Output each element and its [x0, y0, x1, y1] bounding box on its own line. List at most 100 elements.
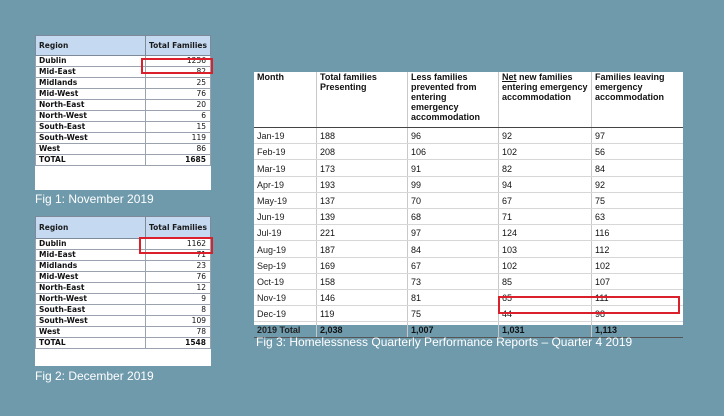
cell-leaving: 112 — [591, 240, 683, 258]
fig3-header-month: Month — [254, 72, 317, 128]
fig2-dublin-highlight — [139, 237, 213, 254]
table-row: South-West 119 — [35, 132, 211, 144]
cell-net-new: 85 — [498, 273, 592, 290]
region-total: 78 — [145, 326, 211, 338]
region-total: 8 — [145, 304, 211, 316]
region-total: 9 — [145, 293, 211, 305]
cell-presenting: 169 — [316, 257, 408, 274]
region-total: 109 — [145, 315, 211, 327]
fig2-table: Region Total Families Dublin 1162 Mid-East… — [35, 216, 211, 349]
cell-leaving: 107 — [591, 273, 683, 290]
region-total: 1548 — [145, 337, 211, 349]
table-row: Mid-West 76 — [35, 271, 211, 283]
region-name: Midlands — [35, 260, 146, 272]
region-name: West — [35, 326, 146, 338]
table-row: Midlands 23 — [35, 260, 211, 272]
region-name: North-East — [35, 99, 146, 111]
region-name: South-West — [35, 315, 146, 327]
region-total: 76 — [145, 88, 211, 100]
region-name: North-West — [35, 293, 146, 305]
table-row: South-East 8 — [35, 304, 211, 316]
cell-presenting: 187 — [316, 240, 408, 258]
fig1-table: Region Total Families Dublin 1256 Mid-East… — [35, 35, 211, 166]
fig2-header-total: Total Families — [145, 216, 211, 239]
cell-presenting: 208 — [316, 143, 408, 161]
table-row: Jan-19 188 96 92 97 — [254, 127, 683, 145]
cell-net-new: 82 — [498, 159, 592, 177]
fig2-caption: Fig 2: December 2019 — [35, 369, 154, 383]
cell-month: Jun-19 — [254, 208, 317, 226]
cell-presenting: 139 — [316, 208, 408, 226]
cell-leaving: 116 — [591, 224, 683, 242]
cell-prevented: 73 — [407, 273, 499, 290]
fig3-caption: Fig 3: Homelessness Quarterly Performanc… — [256, 335, 633, 349]
region-total: 12 — [145, 282, 211, 294]
fig3-header-prevented: Less families prevented from entering em… — [407, 72, 499, 128]
cell-presenting: 193 — [316, 176, 408, 193]
table-row: Feb-19 208 106 102 56 — [254, 143, 683, 161]
region-name: Mid-West — [35, 88, 146, 100]
fig3-header-leaving: Families leaving emergency accommodation — [591, 72, 683, 128]
cell-prevented: 67 — [407, 257, 499, 274]
cell-net-new: 102 — [498, 143, 592, 161]
cell-presenting: 221 — [316, 224, 408, 242]
cell-presenting: 173 — [316, 159, 408, 177]
table-row: North-West 9 — [35, 293, 211, 305]
region-name: North-West — [35, 110, 146, 122]
cell-leaving: 102 — [591, 257, 683, 274]
region-name: TOTAL — [35, 337, 146, 349]
cell-presenting: 119 — [316, 305, 408, 323]
fig3-dec-highlight — [498, 296, 680, 314]
region-name: Dublin — [35, 238, 146, 250]
header-underlined-word: Net — [502, 72, 517, 82]
table-row: Midlands 25 — [35, 77, 211, 89]
fig3-header-net-new: Net new families entering emergency acco… — [498, 72, 592, 128]
region-name: South-East — [35, 304, 146, 316]
region-name: Mid-East — [35, 66, 146, 78]
region-total: 119 — [145, 132, 211, 144]
table-row: TOTAL 1548 — [35, 337, 211, 349]
region-name: South-West — [35, 132, 146, 144]
cell-presenting: 146 — [316, 289, 408, 307]
cell-month: Jan-19 — [254, 127, 317, 145]
cell-month: Sep-19 — [254, 257, 317, 274]
cell-leaving: 63 — [591, 208, 683, 226]
cell-month: Apr-19 — [254, 176, 317, 193]
cell-leaving: 97 — [591, 127, 683, 145]
cell-prevented: 91 — [407, 159, 499, 177]
cell-prevented: 96 — [407, 127, 499, 145]
cell-prevented: 84 — [407, 240, 499, 258]
cell-leaving: 92 — [591, 176, 683, 193]
fig1-dublin-highlight — [141, 58, 213, 74]
cell-month: Oct-19 — [254, 273, 317, 290]
cell-leaving: 56 — [591, 143, 683, 161]
cell-presenting: 188 — [316, 127, 408, 145]
cell-prevented: 75 — [407, 305, 499, 323]
cell-prevented: 106 — [407, 143, 499, 161]
cell-prevented: 68 — [407, 208, 499, 226]
cell-prevented: 81 — [407, 289, 499, 307]
fig1-header-total: Total Families — [145, 35, 211, 56]
region-total: 25 — [145, 77, 211, 89]
region-total: 1685 — [145, 154, 211, 166]
table-row: May-19 137 70 67 75 — [254, 192, 683, 209]
table-row: West 78 — [35, 326, 211, 338]
region-total: 20 — [145, 99, 211, 111]
table-row: North-West 6 — [35, 110, 211, 122]
cell-net-new: 103 — [498, 240, 592, 258]
cell-net-new: 67 — [498, 192, 592, 209]
table-row: South-East 15 — [35, 121, 211, 133]
cell-month: Mar-19 — [254, 159, 317, 177]
cell-net-new: 92 — [498, 127, 592, 145]
fig3-header-presenting: Total families Presenting — [316, 72, 408, 128]
table-row: Jul-19 221 97 124 116 — [254, 224, 683, 242]
region-total: 86 — [145, 143, 211, 155]
table-row: North-East 20 — [35, 99, 211, 111]
region-total: 15 — [145, 121, 211, 133]
region-name: TOTAL — [35, 154, 146, 166]
region-name: South-East — [35, 121, 146, 133]
table-row: Mid-West 76 — [35, 88, 211, 100]
cell-month: Jul-19 — [254, 224, 317, 242]
cell-prevented: 97 — [407, 224, 499, 242]
cell-month: Feb-19 — [254, 143, 317, 161]
